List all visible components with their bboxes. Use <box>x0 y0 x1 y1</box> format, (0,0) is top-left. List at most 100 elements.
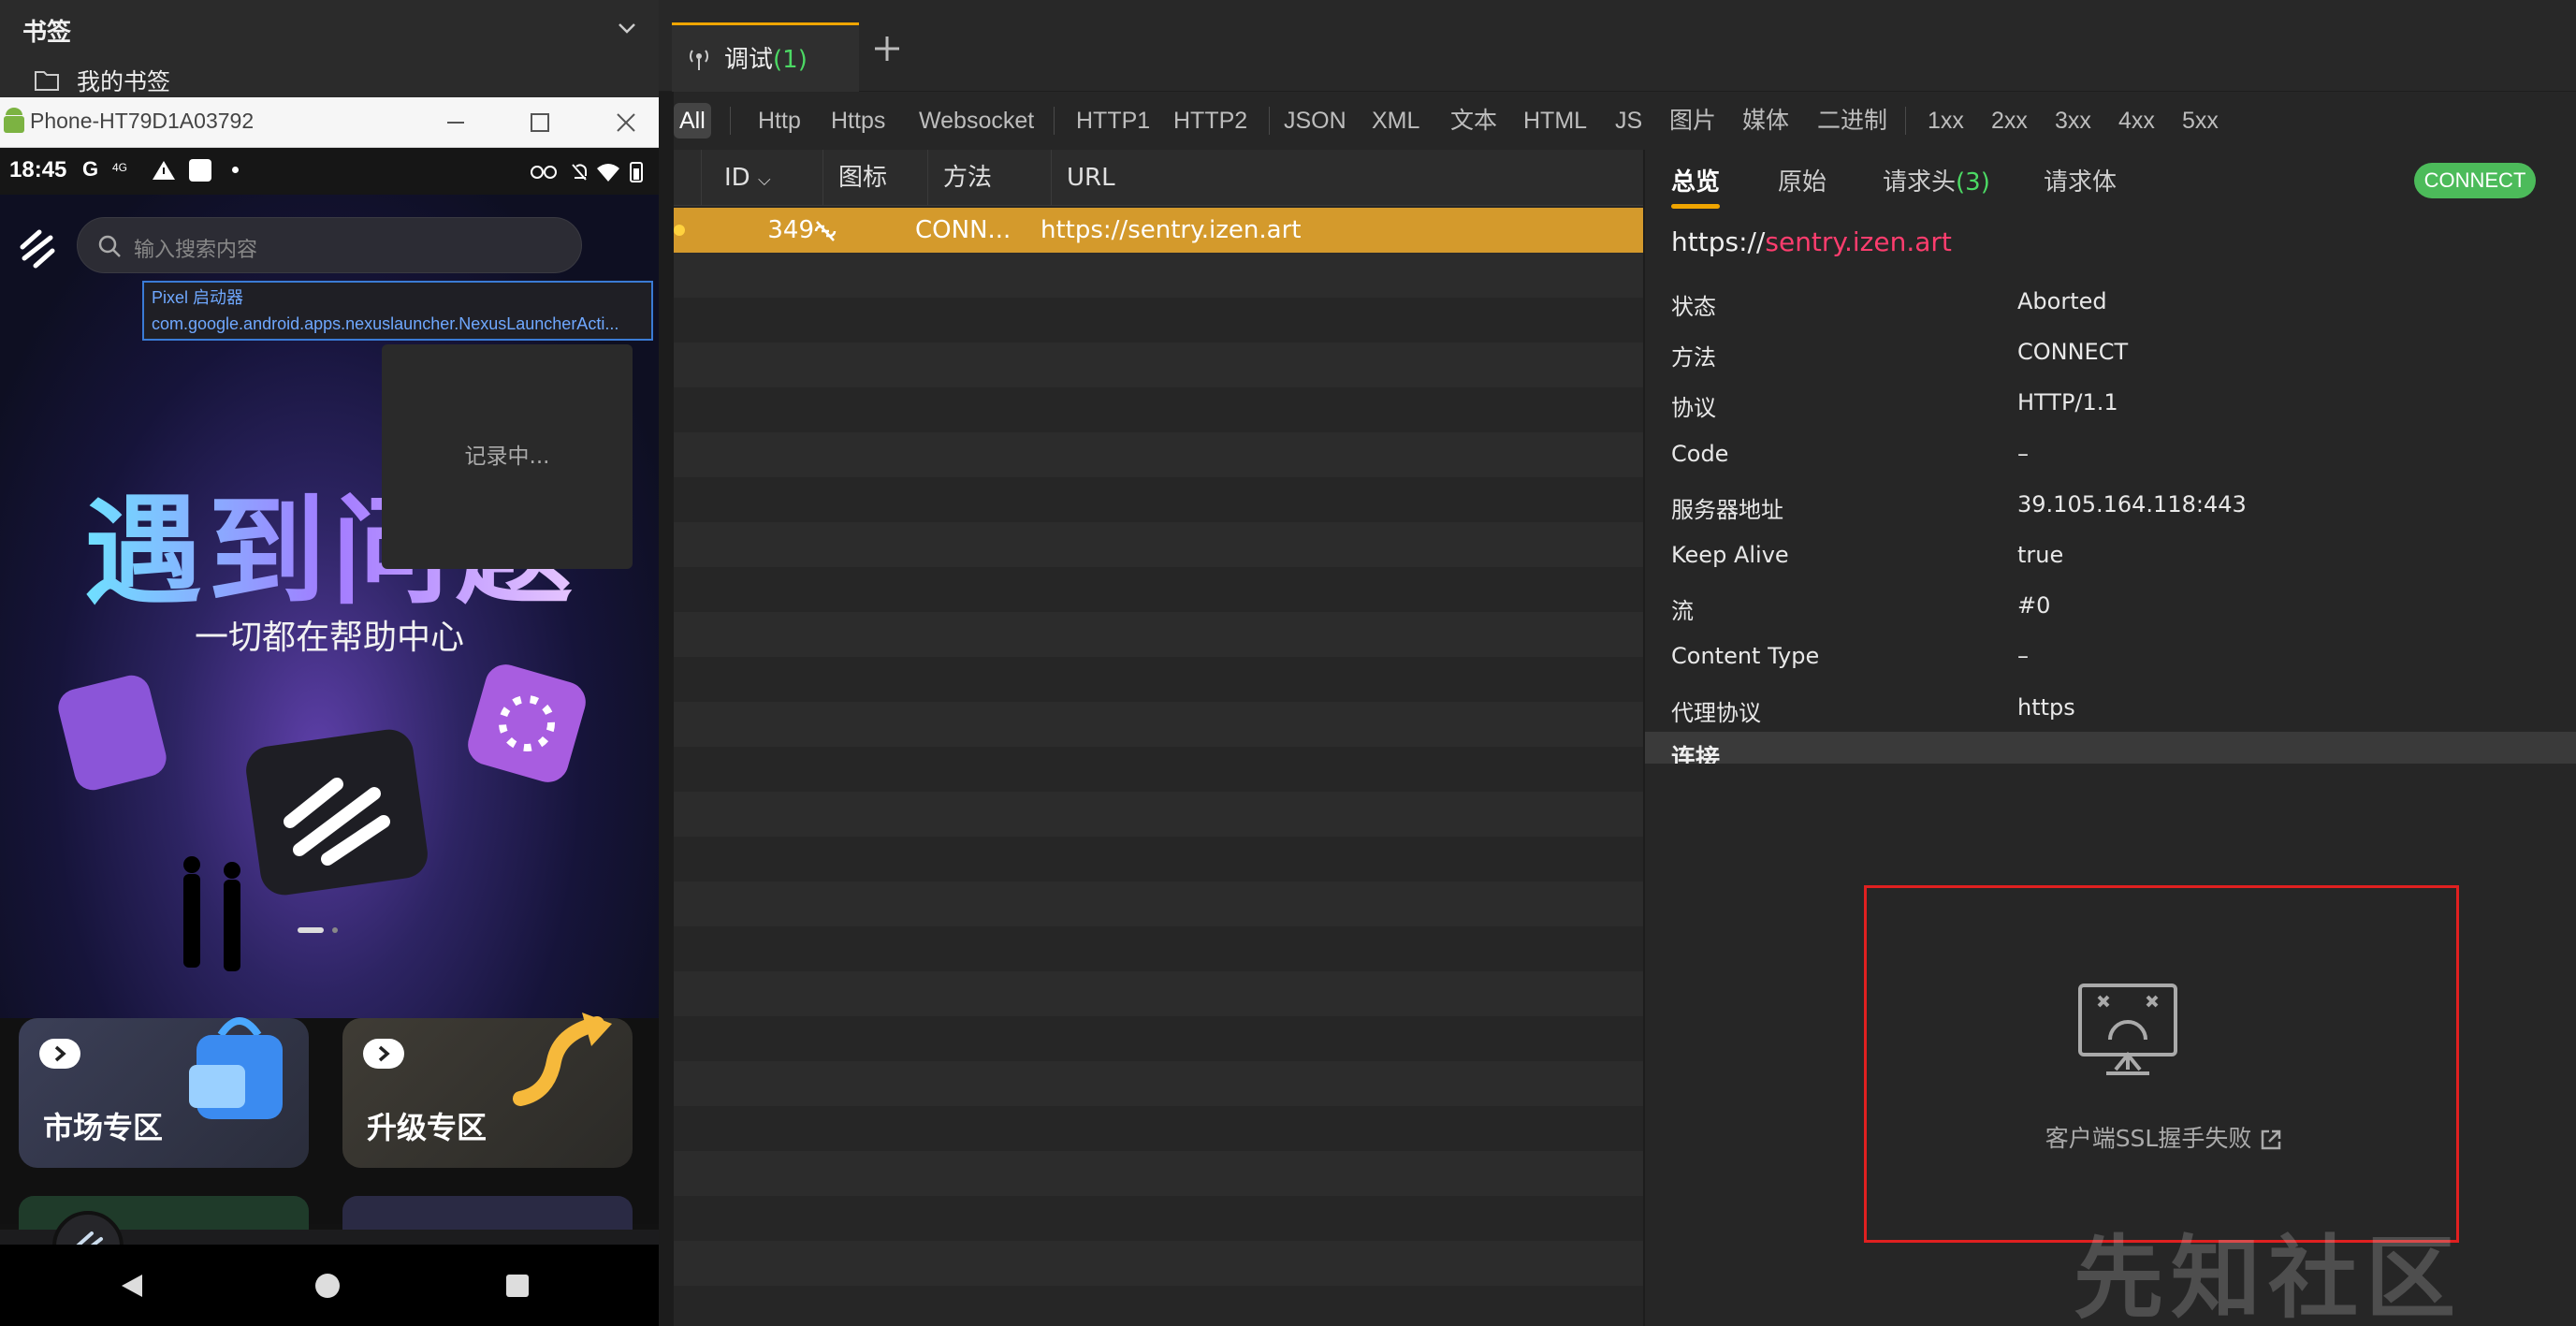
tab-overview[interactable]: 总览 <box>1671 163 1720 197</box>
tab-request-headers[interactable]: 请求头(3) <box>1883 163 1990 197</box>
empty-row <box>674 657 1643 702</box>
filter-json[interactable]: JSON <box>1278 103 1352 138</box>
filter-http1[interactable]: HTTP1 <box>1070 103 1156 138</box>
empty-row <box>674 747 1643 792</box>
overview-field-row: 协议 HTTP/1.1 <box>1645 378 2576 429</box>
recents-icon[interactable] <box>505 1274 530 1298</box>
field-value[interactable]: – <box>2017 441 2029 467</box>
connection-section-header[interactable]: 连接 <box>1645 732 2576 764</box>
filter-3xx[interactable]: 3xx <box>2049 103 2097 138</box>
filter-http2[interactable]: HTTP2 <box>1168 103 1253 138</box>
field-key: 协议 <box>1671 395 1716 422</box>
phone-window: Phone-HT79D1A03792 18:45 G 4G 输入搜索内容 Pix… <box>0 97 659 1326</box>
external-link-icon[interactable] <box>2259 1128 2283 1152</box>
empty-row <box>674 522 1643 567</box>
field-value[interactable]: true <box>2017 542 2063 568</box>
hero-subtitle: 一切都在帮助中心 <box>194 619 464 657</box>
tab-raw[interactable]: 原始 <box>1778 163 1826 197</box>
header-id[interactable]: ID ⌵ <box>702 150 823 206</box>
header-icon[interactable]: 图标 <box>823 150 928 206</box>
bookmark-item[interactable]: 我的书签 <box>34 64 170 97</box>
upgrade-card[interactable]: 升级专区 <box>342 1013 633 1168</box>
empty-row <box>674 1286 1643 1326</box>
close-icon[interactable] <box>614 110 638 135</box>
decorative-cube-right <box>468 664 586 782</box>
tab-request-body[interactable]: 请求体 <box>2044 163 2117 197</box>
filter-5xx[interactable]: 5xx <box>2176 103 2224 138</box>
ssl-error-box: 客户端SSL握手失败 <box>1864 885 2459 1243</box>
google-icon: G <box>82 157 99 181</box>
detail-url: https://sentry.izen.art <box>1671 226 1952 257</box>
minimize-icon[interactable] <box>444 110 468 135</box>
panel-divider[interactable] <box>659 0 674 1326</box>
chevron-down-icon[interactable] <box>614 15 640 41</box>
filter-websocket[interactable]: Websocket <box>913 103 1040 138</box>
header-method[interactable]: 方法 <box>928 150 1052 206</box>
field-value[interactable]: CONNECT <box>2017 339 2128 365</box>
filter-all[interactable]: All <box>674 103 711 138</box>
carousel-dots <box>298 927 338 933</box>
bookmarks-panel: 书签 我的书签 <box>0 0 659 97</box>
shopping-bag-icon <box>189 1017 283 1119</box>
empty-row <box>674 567 1643 612</box>
home-button-icon[interactable] <box>314 1273 341 1299</box>
system-nav-bar <box>0 1245 659 1326</box>
table-row[interactable]: 349 CONN... https://sentry.izen.art <box>674 208 1643 253</box>
filter-html[interactable]: HTML <box>1518 103 1593 138</box>
status-net: 4G <box>112 161 128 174</box>
filter-4xx[interactable]: 4xx <box>2113 103 2161 138</box>
back-icon[interactable] <box>120 1273 144 1299</box>
empty-row <box>674 882 1643 926</box>
antenna-icon <box>690 50 708 70</box>
empty-row <box>674 298 1643 342</box>
field-value[interactable]: HTTP/1.1 <box>2017 389 2118 415</box>
android-status-bar: 18:45 G 4G <box>0 148 659 195</box>
empty-row <box>674 792 1643 837</box>
session-tabs-bar: 调试(1) <box>659 0 2576 92</box>
empty-row <box>674 1106 1643 1151</box>
filter-xml[interactable]: XML <box>1366 103 1425 138</box>
hero-banner[interactable]: 输入搜索内容 Pixel 启动器 com.google.android.apps… <box>0 195 659 1018</box>
filter-media[interactable]: 媒体 <box>1737 103 1795 138</box>
overview-field-row: 代理协议 https <box>1645 683 2576 734</box>
filter-2xx[interactable]: 2xx <box>1986 103 2033 138</box>
filter-1xx[interactable]: 1xx <box>1922 103 1970 138</box>
search-input[interactable]: 输入搜索内容 <box>77 217 582 273</box>
tab-debug[interactable]: 调试(1) <box>672 22 859 92</box>
field-value[interactable]: https <box>2017 694 2075 721</box>
warning-icon <box>153 161 175 180</box>
separator <box>1905 107 1906 135</box>
filter-js[interactable]: JS <box>1609 103 1648 138</box>
detail-pane: 总览 原始 请求头(3) 请求体 CONNECT https://sentry.… <box>1643 150 2576 1326</box>
filter-binary[interactable]: 二进制 <box>1812 103 1893 138</box>
arrow-right-icon <box>363 1039 404 1069</box>
overview-field-row: 状态 Aborted <box>1645 277 2576 328</box>
empty-row <box>674 837 1643 882</box>
header-url[interactable]: URL <box>1052 150 1643 206</box>
hero-logo-cube <box>246 729 428 896</box>
people-silhouettes <box>183 856 240 971</box>
maximize-icon[interactable] <box>528 110 552 135</box>
field-value[interactable]: – <box>2017 643 2029 669</box>
phone-screen: 输入搜索内容 Pixel 启动器 com.google.android.apps… <box>0 195 659 1326</box>
field-value[interactable]: #0 <box>2017 592 2050 619</box>
filter-text[interactable]: 文本 <box>1445 103 1503 138</box>
protocol-badge: CONNECT <box>2414 163 2536 198</box>
phone-titlebar[interactable]: Phone-HT79D1A03792 <box>0 97 659 148</box>
overview-field-row: 服务器地址 39.105.164.118:443 <box>1645 480 2576 531</box>
filter-https[interactable]: Https <box>825 103 891 138</box>
add-tab-icon[interactable] <box>872 34 902 64</box>
filter-bar: All Http Https Websocket HTTP1 HTTP2 JSO… <box>674 94 2576 148</box>
empty-row <box>674 612 1643 657</box>
ssl-error-label: 客户端SSL握手失败 <box>2045 1125 2252 1152</box>
field-value[interactable]: 39.105.164.118:443 <box>2017 491 2247 517</box>
filter-image[interactable]: 图片 <box>1664 103 1722 138</box>
status-time: 18:45 <box>9 157 67 182</box>
upgrade-arrow-icon <box>513 1013 612 1106</box>
tab-request-headers-count: (3) <box>1956 168 1990 197</box>
filter-http[interactable]: Http <box>752 103 807 138</box>
market-card[interactable]: 市场专区 <box>19 1017 309 1168</box>
market-card-label: 市场专区 <box>43 1110 164 1145</box>
field-key: Keep Alive <box>1671 542 1789 568</box>
field-value[interactable]: Aborted <box>2017 288 2107 314</box>
